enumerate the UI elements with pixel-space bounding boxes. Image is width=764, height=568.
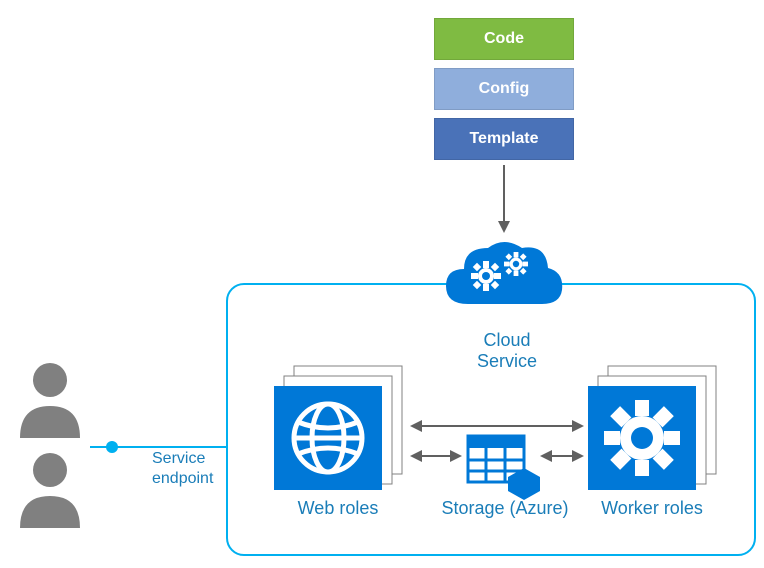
code-block: Code <box>434 18 574 60</box>
user-icon <box>14 360 86 440</box>
cloud-service-icon <box>438 234 568 329</box>
storage-icon <box>462 430 546 500</box>
arrow-web-worker-icon <box>410 418 584 434</box>
arrow-web-storage-icon <box>410 448 462 464</box>
service-endpoint-label-line1: Service <box>152 450 205 468</box>
config-label: Config <box>479 80 530 98</box>
template-label: Template <box>469 130 538 148</box>
web-roles-label: Web roles <box>278 498 398 519</box>
config-block: Config <box>434 68 574 110</box>
service-endpoint-label-line2: endpoint <box>152 470 213 488</box>
arrow-storage-worker-icon <box>540 448 584 464</box>
worker-roles-icon <box>582 360 722 490</box>
web-roles-icon <box>268 360 408 490</box>
user-icon <box>14 450 86 530</box>
worker-roles-label: Worker roles <box>592 498 712 519</box>
arrow-stack-to-cloud-icon <box>495 165 513 235</box>
storage-label: Storage (Azure) <box>430 498 580 519</box>
template-block: Template <box>434 118 574 160</box>
code-label: Code <box>484 30 524 48</box>
endpoint-dot-icon <box>106 441 118 453</box>
cloud-service-label: Cloud Service <box>452 330 562 372</box>
